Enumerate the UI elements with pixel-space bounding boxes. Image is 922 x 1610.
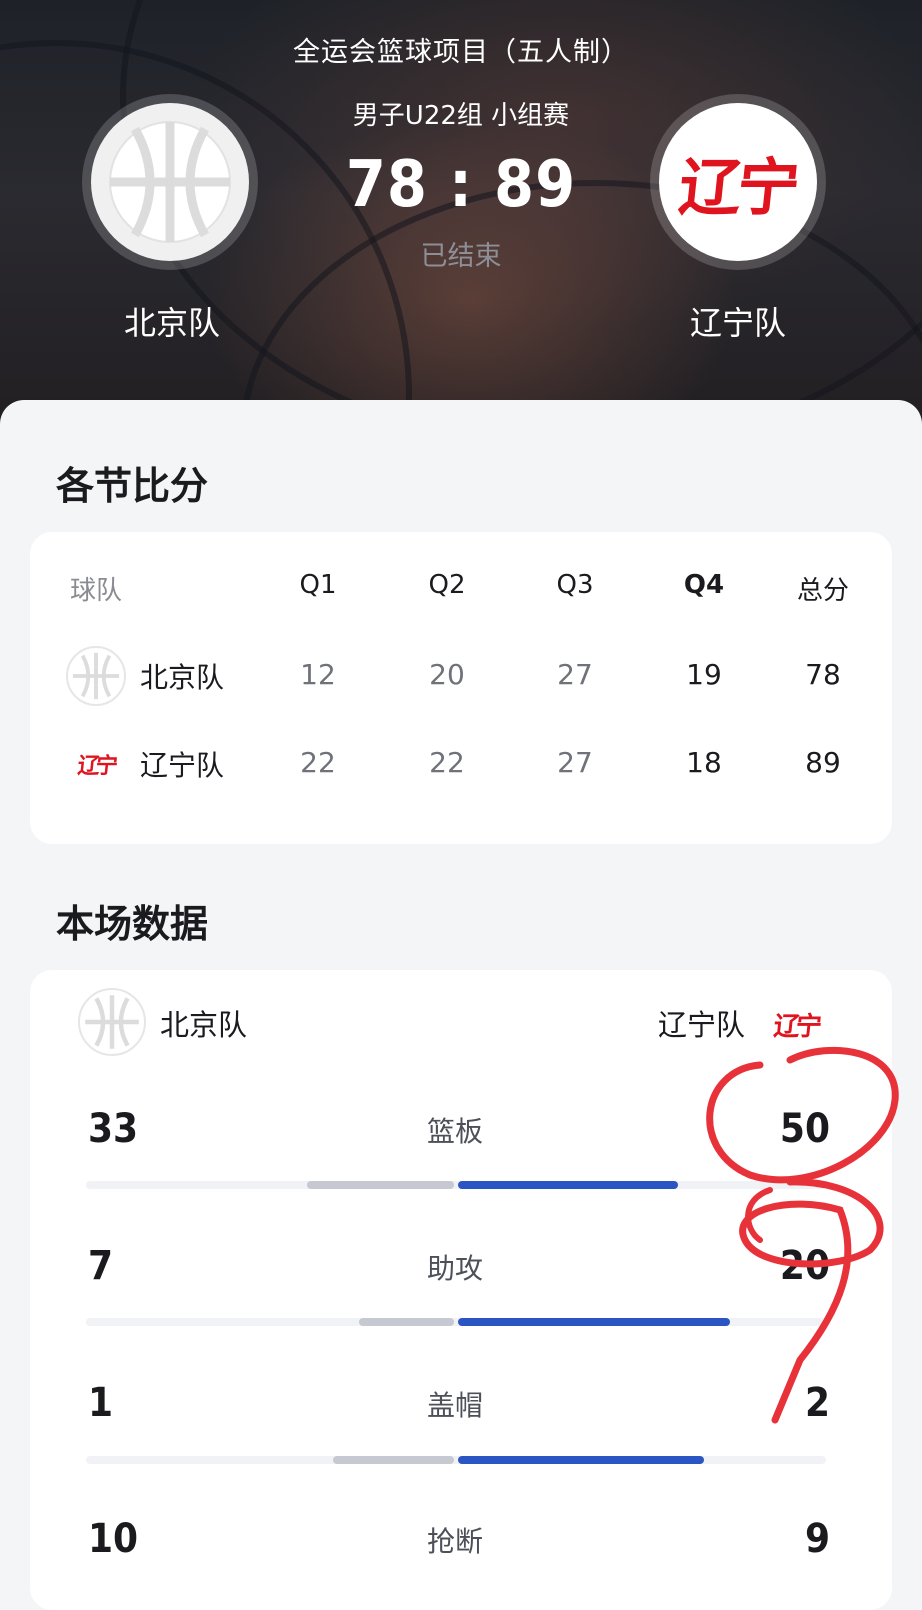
stat-home-bar [307, 1181, 454, 1189]
match-header: 全运会篮球项目（五人制） 男子U22组 小组赛 78 : 89 已结束 北京队 … [0, 0, 922, 430]
col-header-q2: Q2 [428, 570, 466, 600]
stat-home-bar [332, 1456, 454, 1464]
stat-compare-bar [86, 1456, 826, 1464]
stat-home-value: 7 [88, 1243, 114, 1289]
stat-compare-bar [86, 1318, 826, 1326]
liaoning-logo: 辽宁 [659, 103, 817, 261]
col-header-team: 球队 [70, 576, 123, 606]
stat-away-value: 2 [804, 1380, 830, 1426]
row-q3: 27 [557, 658, 593, 691]
row-q4: 18 [686, 746, 722, 779]
stat-label: 盖帽 [426, 1389, 483, 1422]
stat-away-value: 50 [779, 1106, 830, 1152]
stat-away-value: 9 [804, 1516, 830, 1562]
stat-away-value: 20 [779, 1243, 830, 1289]
stat-away-bar [458, 1181, 679, 1189]
stat-away-bar [458, 1318, 730, 1326]
row-q4: 19 [686, 658, 722, 691]
stat-home-value: 33 [88, 1106, 139, 1152]
basketball-icon [66, 646, 126, 706]
home-team-logo[interactable] [82, 94, 258, 270]
liaoning-logo: 辽宁 [762, 990, 830, 1058]
row-total: 78 [805, 658, 841, 691]
basketball-icon [91, 103, 249, 261]
stat-compare-bar [86, 1181, 826, 1189]
stat-away-bar [458, 1456, 704, 1464]
stat-label: 篮板 [426, 1115, 483, 1148]
stat-home-value: 10 [88, 1516, 139, 1562]
basketball-icon [78, 988, 146, 1056]
col-header-total: 总分 [796, 576, 849, 606]
stats-home-team-name[interactable]: 北京队 [160, 1002, 247, 1044]
row-team-name[interactable]: 北京队 [140, 656, 224, 696]
stat-home-bar [358, 1318, 454, 1326]
row-q2: 22 [429, 746, 465, 779]
stats-away-team-name[interactable]: 辽宁队 [658, 1002, 745, 1044]
row-team-name[interactable]: 辽宁队 [140, 744, 224, 784]
row-q2: 20 [429, 658, 465, 691]
col-header-q4: Q4 [683, 570, 725, 600]
away-team-name[interactable]: 辽宁队 [638, 298, 838, 344]
row-q1: 22 [300, 746, 336, 779]
quarter-scores-card: 球队 Q1 Q2 Q3 Q4 总分 北京队 12 20 27 19 78 辽宁 … [30, 532, 892, 844]
liaoning-logo: 辽宁 [66, 734, 126, 794]
match-stats-card: 北京队 辽宁队 辽宁 [30, 970, 892, 1610]
col-header-q3: Q3 [556, 570, 594, 600]
stat-label: 助攻 [426, 1252, 483, 1285]
stat-home-value: 1 [88, 1380, 114, 1426]
match-stats-title: 本场数据 [56, 902, 209, 946]
row-q3: 27 [557, 746, 593, 779]
away-team-logo[interactable]: 辽宁 [650, 94, 826, 270]
row-total: 89 [805, 746, 841, 779]
home-team-name[interactable]: 北京队 [72, 298, 272, 344]
row-q1: 12 [300, 658, 336, 691]
stat-label: 抢断 [426, 1525, 483, 1558]
competition-title: 全运会篮球项目（五人制） [293, 37, 629, 68]
col-header-q1: Q1 [299, 570, 337, 600]
quarter-scores-title: 各节比分 [56, 464, 209, 508]
